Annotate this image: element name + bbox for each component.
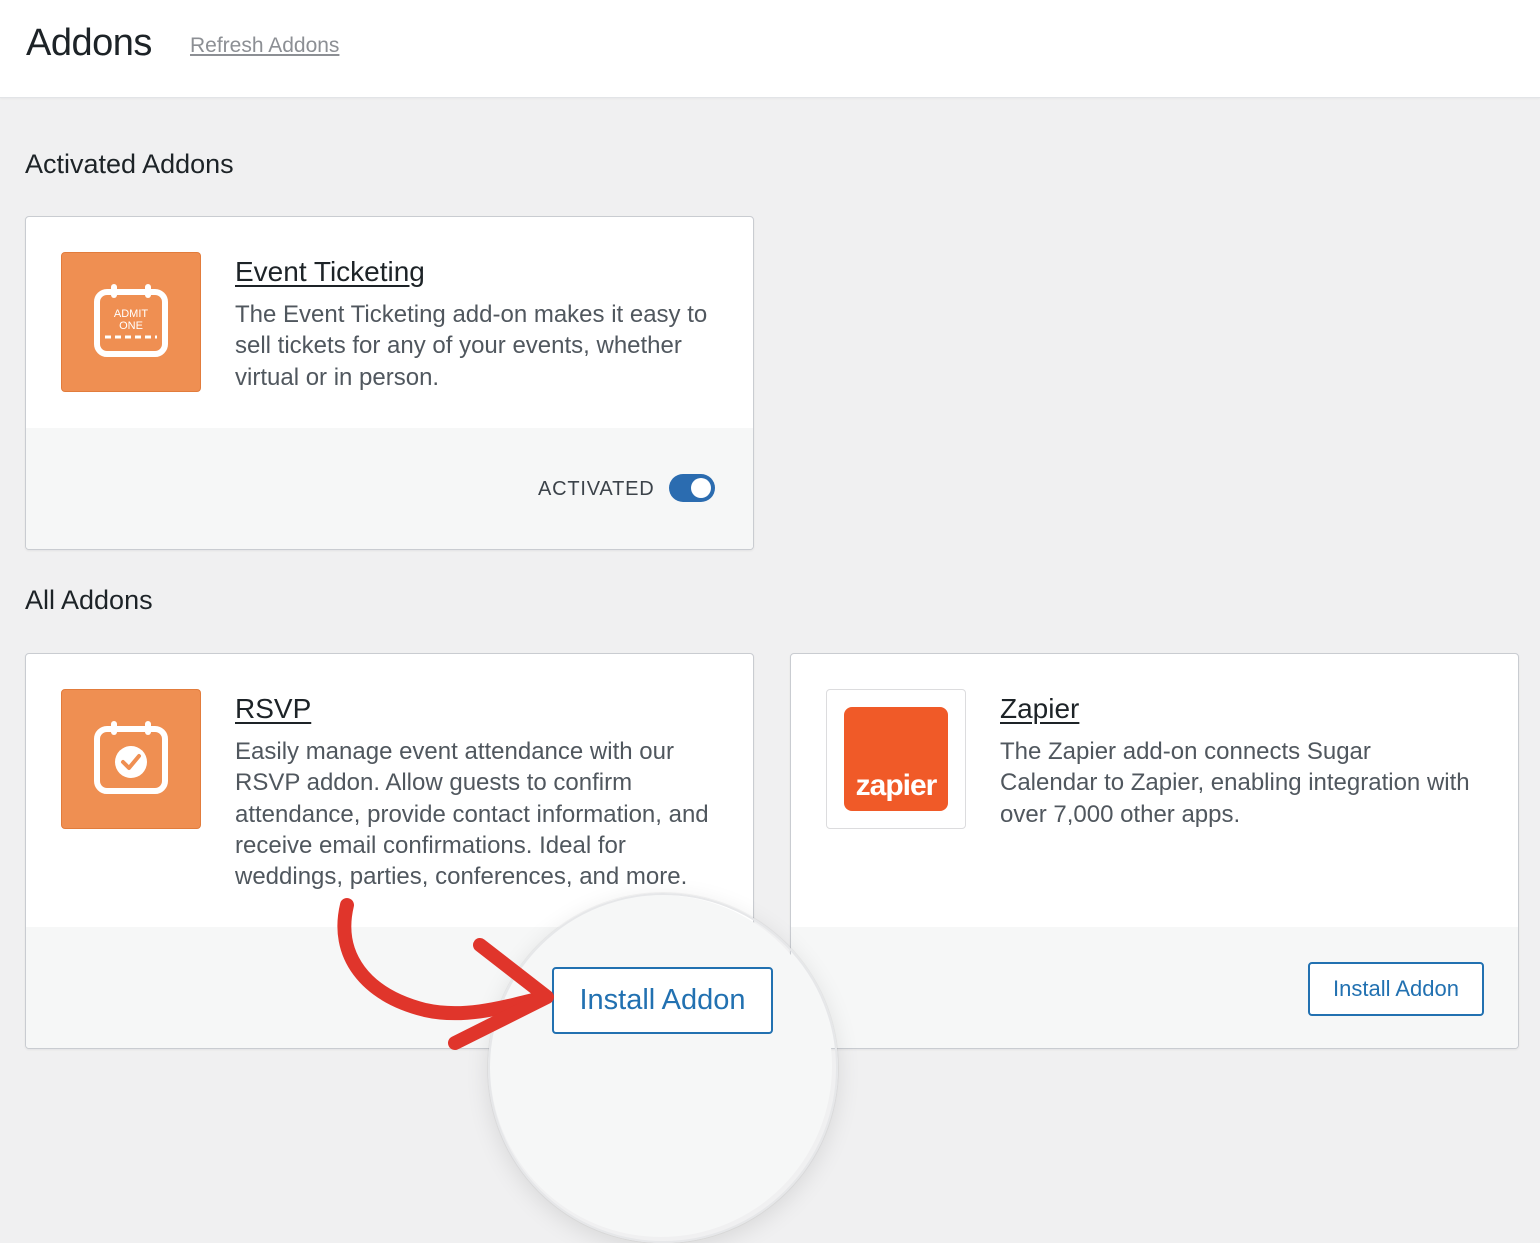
addon-description: Easily manage event attendance with our … <box>235 738 709 891</box>
activated-addons-heading: Activated Addons <box>25 149 234 179</box>
install-addon-button-zapier[interactable]: Install Addon <box>1308 962 1484 1016</box>
addon-card-zapier: zapier Zapier The Zapier add-on connects… <box>790 653 1519 1049</box>
page-title: Addons <box>26 22 152 64</box>
calendar-check-icon <box>61 689 201 829</box>
svg-text:ONE: ONE <box>119 320 143 332</box>
annotation-arrow-icon <box>337 898 554 1050</box>
toggle-knob <box>691 478 711 498</box>
activation-toggle[interactable] <box>669 474 715 502</box>
zapier-logo-icon: zapier <box>844 707 948 811</box>
activated-status-label: ACTIVATED <box>538 478 655 500</box>
zapier-logo-box: zapier <box>826 689 966 829</box>
addon-title-rsvp[interactable]: RSVP <box>235 693 311 725</box>
all-addons-heading: All Addons <box>25 585 153 615</box>
card-footer: ACTIVATED <box>26 428 753 549</box>
addon-title-event-ticketing[interactable]: Event Ticketing <box>235 256 425 288</box>
svg-text:ADMIT: ADMIT <box>114 308 149 320</box>
addon-title-zapier[interactable]: Zapier <box>1000 693 1079 725</box>
install-addon-button-rsvp[interactable]: Install Addon <box>552 967 773 1034</box>
addon-card-event-ticketing: ADMIT ONE Event Ticketing The Event Tick… <box>25 216 754 550</box>
page-header: Addons Refresh Addons <box>0 0 1540 98</box>
refresh-addons-link[interactable]: Refresh Addons <box>190 34 339 58</box>
card-footer: Install Addon <box>791 927 1518 1048</box>
ticket-calendar-icon: ADMIT ONE <box>61 252 201 392</box>
addon-description: The Event Ticketing add-on makes it easy… <box>235 301 708 391</box>
addon-description: The Zapier add-on connects Sugar Calenda… <box>1000 738 1470 828</box>
